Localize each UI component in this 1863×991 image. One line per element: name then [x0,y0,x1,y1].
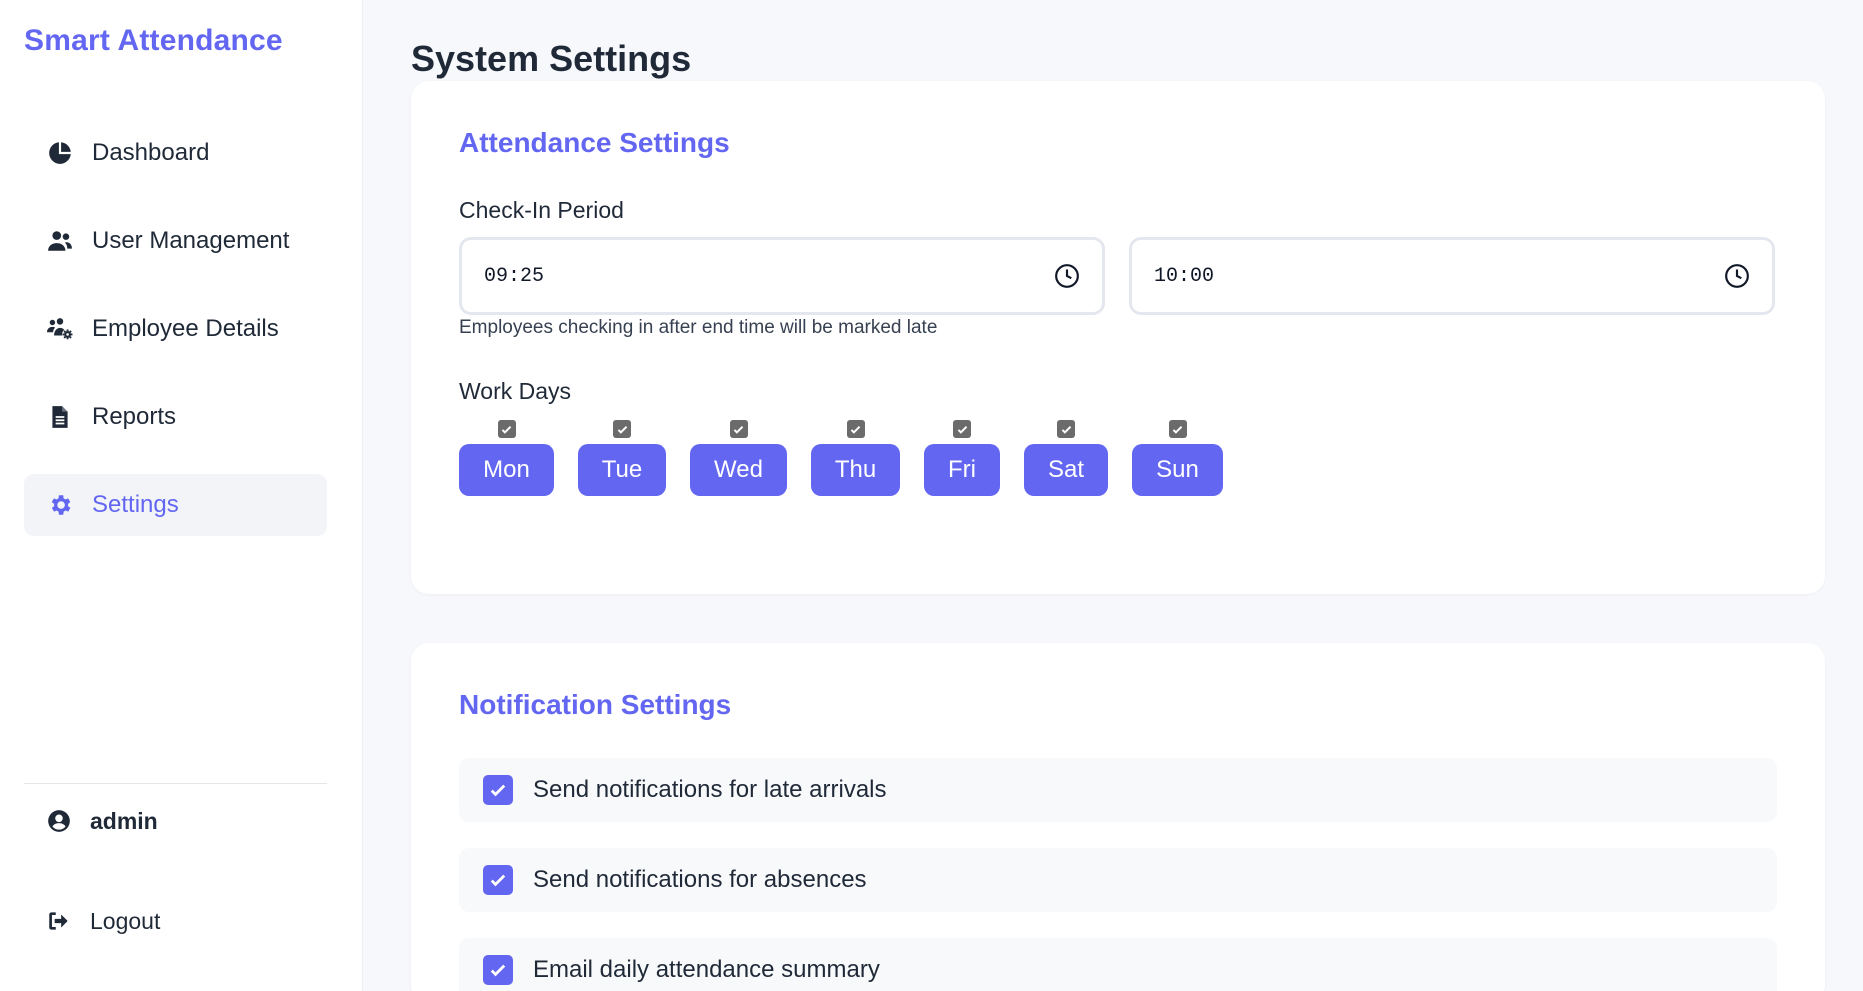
page-title: System Settings [411,38,692,79]
workday-mon: Mon [459,420,554,496]
workday-sun: Sun [1132,420,1223,496]
option-label: Send notifications for late arrivals [533,776,887,803]
workday-wed: Wed [690,420,787,496]
workday-button[interactable]: Wed [690,444,787,496]
sidebar-item-employee-details[interactable]: Employee Details [24,298,327,360]
end-time-value: 10:00 [1154,264,1215,288]
checkbox-checked[interactable] [483,865,513,895]
username: admin [90,807,158,834]
workday-button[interactable]: Sat [1024,444,1108,496]
users-cog-icon [46,315,74,343]
sidebar-item-reports[interactable]: Reports [24,386,327,448]
checkin-start-time-input[interactable]: 09:25 [459,237,1105,315]
workday-checkbox[interactable] [1057,420,1075,438]
sidebar-divider [24,783,327,784]
workday-fri: Fri [924,420,1000,496]
section-title: Attendance Settings [459,127,730,158]
notify-late-arrivals-option[interactable]: Send notifications for late arrivals [459,758,1777,822]
workday-sat: Sat [1024,420,1108,496]
workday-checkbox[interactable] [613,420,631,438]
logout-label: Logout [90,907,161,934]
section-title: Notification Settings [459,689,732,720]
sidebar: Smart Attendance Dashboard User Manageme… [0,0,363,991]
sidebar-item-label: Reports [92,403,177,430]
email-daily-summary-option[interactable]: Email daily attendance summary [459,938,1777,991]
clock-icon[interactable] [1054,263,1080,289]
sidebar-item-label: Employee Details [92,315,279,342]
workday-tue: Tue [578,420,666,496]
current-user: admin [46,806,158,836]
gear-icon [46,491,74,519]
checkin-hint: Employees checking in after end time wil… [459,317,938,338]
start-time-value: 09:25 [484,264,545,288]
workday-checkbox[interactable] [846,420,865,438]
workday-thu: Thu [811,420,900,496]
workdays-label: Work Days [459,378,572,404]
checkbox-checked[interactable] [483,955,513,985]
workday-checkbox[interactable] [497,420,516,438]
clock-icon[interactable] [1724,263,1750,289]
sidebar-item-user-management[interactable]: User Management [24,210,327,272]
checkin-period-label: Check-In Period [459,197,624,223]
notify-absences-option[interactable]: Send notifications for absences [459,848,1777,912]
sidebar-item-settings[interactable]: Settings [24,474,327,536]
notification-settings-card: Notification Settings Send notifications… [411,643,1825,991]
brand-title: Smart Attendance [24,24,283,57]
pie-chart-icon [46,139,74,167]
logout-button[interactable]: Logout [46,906,160,936]
workday-button[interactable]: Mon [459,444,554,496]
sidebar-item-dashboard[interactable]: Dashboard [24,122,327,184]
sidebar-nav: Dashboard User Management Employee Detai… [24,122,327,562]
workday-checkbox[interactable] [729,420,748,438]
sidebar-item-label: Dashboard [92,139,210,166]
workday-button[interactable]: Sun [1132,444,1223,496]
workday-button[interactable]: Fri [924,444,1000,496]
workday-checkbox[interactable] [953,420,971,438]
file-icon [46,403,74,431]
logout-icon [49,912,68,930]
workday-button[interactable]: Tue [578,444,666,496]
sidebar-item-label: Settings [92,491,179,518]
sidebar-item-label: User Management [92,227,290,254]
checkin-end-time-input[interactable]: 10:00 [1129,237,1775,315]
user-circle-icon [48,810,70,832]
option-label: Email daily attendance summary [533,956,880,983]
option-label: Send notifications for absences [533,866,867,893]
users-icon [46,227,74,255]
checkbox-checked[interactable] [483,775,513,805]
workday-checkbox[interactable] [1168,420,1187,438]
attendance-settings-card: Attendance Settings Check-In Period 09:2… [411,81,1825,594]
workday-button[interactable]: Thu [811,444,900,496]
